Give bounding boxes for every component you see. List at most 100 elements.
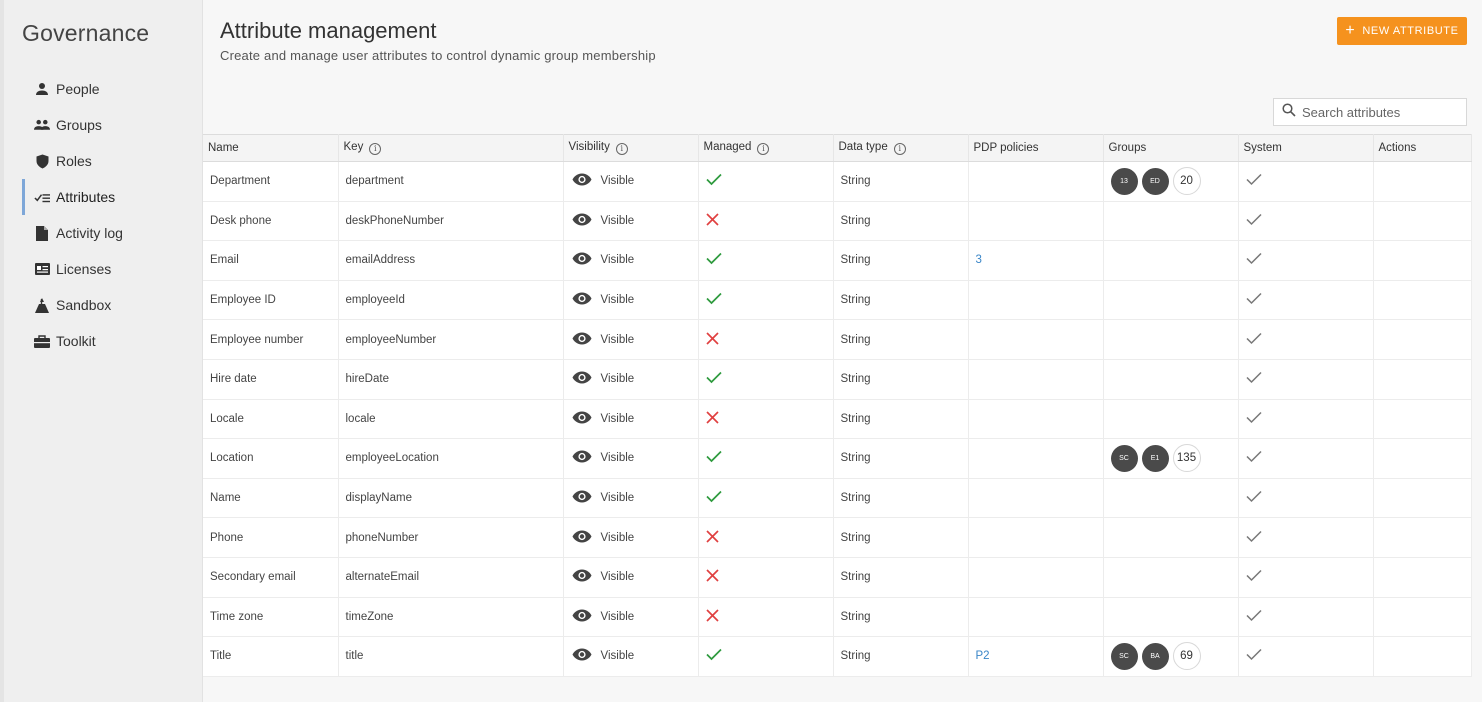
- cell-system: [1238, 636, 1374, 677]
- sidebar-item-label: Roles: [56, 153, 92, 169]
- sidebar-item-toolkit[interactable]: Toolkit: [22, 323, 203, 359]
- table-row[interactable]: Secondary email alternateEmail Visible Stri…: [203, 557, 1472, 598]
- column-header-key[interactable]: Key i: [338, 134, 564, 162]
- new-attribute-label: NEW ATTRIBUTE: [1362, 25, 1459, 37]
- info-icon[interactable]: i: [615, 142, 628, 155]
- column-header-pdp-policies[interactable]: PDP policies: [968, 134, 1104, 162]
- sandbox-icon: [34, 297, 50, 313]
- info-icon[interactable]: i: [893, 142, 906, 155]
- eye-icon: [572, 332, 601, 348]
- cell-system: [1238, 359, 1374, 400]
- table-row[interactable]: Phone phoneNumber Visible String: [203, 517, 1472, 558]
- table-row[interactable]: Email emailAddress Visible String 3: [203, 240, 1472, 281]
- pdp-policy-link[interactable]: P2: [976, 650, 990, 662]
- cell-name: Secondary email: [203, 557, 339, 598]
- cell-key: phoneNumber: [338, 517, 564, 558]
- cell-pdp-policies: [968, 399, 1104, 440]
- attributes-table: Name Key i Visibility i Managed i Data type…: [203, 134, 1472, 677]
- cell-visibility: Visible: [563, 359, 699, 400]
- check-icon: [705, 490, 722, 506]
- table-row[interactable]: Time zone timeZone Visible String: [203, 597, 1472, 638]
- cell-actions: [1373, 597, 1472, 638]
- column-header-data-type[interactable]: Data type i: [833, 134, 969, 162]
- column-header-visibility[interactable]: Visibility i: [563, 134, 699, 162]
- group-count-badge[interactable]: 69: [1172, 642, 1201, 671]
- sidebar-item-people[interactable]: People: [22, 71, 203, 107]
- group-count-badge[interactable]: 135: [1172, 444, 1201, 473]
- system-check-icon: [1245, 609, 1262, 625]
- cross-icon: [705, 569, 719, 585]
- eye-icon: [572, 450, 601, 466]
- group-avatars[interactable]: SC E1 135: [1110, 444, 1238, 473]
- cell-managed: [698, 319, 834, 360]
- sidebar-item-groups[interactable]: Groups: [22, 107, 203, 143]
- group-count-badge[interactable]: 20: [1172, 167, 1201, 196]
- column-header-name[interactable]: Name: [203, 134, 339, 162]
- group-avatar[interactable]: SC: [1110, 444, 1138, 472]
- eye-icon: [572, 490, 601, 506]
- table-row[interactable]: Employee ID employeeId Visible String: [203, 280, 1472, 321]
- column-header-groups[interactable]: Groups: [1103, 134, 1239, 162]
- cell-data-type: String: [833, 319, 969, 360]
- system-check-icon: [1245, 213, 1262, 229]
- table-row[interactable]: Desk phone deskPhoneNumber Visible String: [203, 201, 1472, 242]
- group-avatar[interactable]: BA: [1141, 642, 1169, 670]
- cell-pdp-policies: [968, 438, 1104, 479]
- cell-name: Email: [203, 240, 339, 281]
- cell-actions: [1373, 517, 1472, 558]
- group-avatars[interactable]: 13 ED 20: [1110, 167, 1238, 196]
- sidebar-item-activity-log[interactable]: Activity log: [22, 215, 203, 251]
- cell-managed: [698, 201, 834, 242]
- group-avatars[interactable]: SC BA 69: [1110, 642, 1238, 671]
- sidebar-item-sandbox[interactable]: Sandbox: [22, 287, 203, 323]
- eye-icon: [572, 569, 601, 585]
- cell-name: Title: [203, 636, 339, 677]
- group-avatar[interactable]: SC: [1110, 642, 1138, 670]
- sidebar-item-label: Groups: [56, 117, 102, 133]
- column-header-system[interactable]: System: [1238, 134, 1374, 162]
- cell-data-type: String: [833, 161, 969, 202]
- cell-managed: [698, 399, 834, 440]
- pdp-policy-link[interactable]: 3: [976, 254, 982, 266]
- table-row[interactable]: Name displayName Visible String: [203, 478, 1472, 519]
- column-header-managed[interactable]: Managed i: [698, 134, 834, 162]
- cell-system: [1238, 399, 1374, 440]
- cell-key: employeeId: [338, 280, 564, 321]
- search-box[interactable]: [1273, 98, 1467, 126]
- cell-pdp-policies: [968, 280, 1104, 321]
- cell-actions: [1373, 636, 1472, 677]
- table-row[interactable]: Title title Visible String P2 SC BA 69: [203, 636, 1472, 677]
- table-row[interactable]: Location employeeLocation Visible String SC E…: [203, 438, 1472, 479]
- sidebar-item-licenses[interactable]: Licenses: [22, 251, 203, 287]
- info-icon[interactable]: i: [757, 142, 770, 155]
- groups-icon: [34, 117, 50, 133]
- cell-managed: [698, 240, 834, 281]
- cell-managed: [698, 161, 834, 202]
- group-avatar[interactable]: E1: [1141, 444, 1169, 472]
- cell-data-type: String: [833, 240, 969, 281]
- new-attribute-button[interactable]: + NEW ATTRIBUTE: [1337, 17, 1467, 45]
- visibility-label: Visible: [600, 492, 635, 505]
- table-row[interactable]: Locale locale Visible String: [203, 399, 1472, 440]
- check-icon: [705, 451, 722, 466]
- info-icon[interactable]: i: [369, 142, 382, 155]
- cell-pdp-policies: [968, 161, 1104, 202]
- cell-pdp-policies: [968, 319, 1104, 360]
- search-input[interactable]: [1302, 104, 1462, 120]
- system-check-icon: [1245, 570, 1262, 585]
- sidebar-item-roles[interactable]: Roles: [22, 143, 203, 179]
- cell-visibility: Visible: [563, 399, 699, 440]
- visibility-label: Visible: [600, 254, 635, 267]
- cross-icon: [705, 609, 719, 625]
- group-avatar[interactable]: ED: [1141, 167, 1169, 195]
- license-card-icon: [34, 261, 50, 277]
- cell-actions: [1373, 438, 1472, 479]
- sidebar-item-attributes[interactable]: Attributes: [22, 179, 203, 215]
- table-row[interactable]: Department department Visible String 13 ED 20: [203, 161, 1472, 202]
- table-row[interactable]: Hire date hireDate Visible String: [203, 359, 1472, 400]
- table-row[interactable]: Employee number employeeNumber Visible Stri…: [203, 319, 1472, 360]
- cell-pdp-policies: 3: [968, 240, 1104, 281]
- search-icon: [1282, 102, 1296, 122]
- group-avatar[interactable]: 13: [1110, 167, 1138, 195]
- table-body: Department department Visible String 13 ED 20 D…: [203, 161, 1472, 677]
